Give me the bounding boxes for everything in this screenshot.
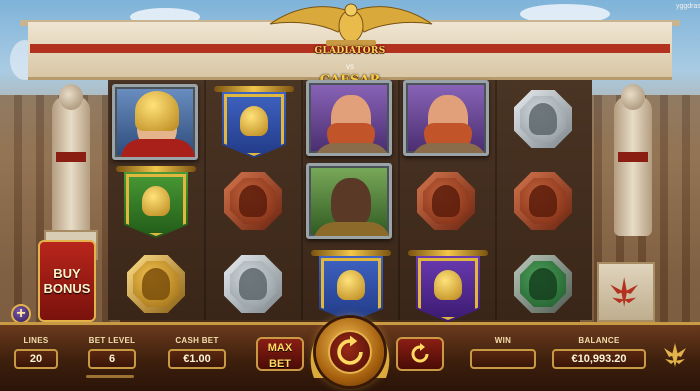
max-bet-button[interactable]: MAX BET xyxy=(256,337,304,371)
lines-value[interactable]: 20 xyxy=(14,349,58,369)
win-label: WIN xyxy=(494,336,512,345)
plus-icon[interactable]: + xyxy=(11,304,31,324)
symbol-coin-silver xyxy=(514,90,572,148)
logo-title-line1: GLADIATORS xyxy=(314,46,386,56)
golden-eagle-icon xyxy=(269,3,433,46)
bet-level-value[interactable]: 6 xyxy=(88,349,136,369)
symbol-banner-blue xyxy=(214,86,294,162)
bet-level-label: BET LEVEL xyxy=(88,336,136,345)
max-bet-line2: BET xyxy=(269,358,291,370)
autoplay-icon xyxy=(411,343,429,363)
buy-bonus-button[interactable]: BUY BONUS xyxy=(38,240,96,322)
logo-vs: VS xyxy=(345,65,354,71)
max-bet-line1: MAX xyxy=(267,342,293,354)
symbol-female-gladiator xyxy=(112,84,198,160)
reel-divider xyxy=(204,80,206,320)
symbol-banner-purple xyxy=(408,250,488,326)
symbol-red-beard-warrior xyxy=(403,80,489,156)
bet-level-indicator xyxy=(86,375,134,378)
game-scene: GLADIATORS VS CAESAR yggdrasil xyxy=(0,0,700,391)
autoplay-button[interactable] xyxy=(396,337,444,371)
symbol-coin-red xyxy=(514,172,572,230)
laurel-emblem-icon xyxy=(610,277,639,307)
spin-button[interactable] xyxy=(316,318,384,386)
symbol-banner-green xyxy=(116,166,196,242)
lines-label: LINES xyxy=(23,336,49,345)
laurel-plinth xyxy=(597,262,655,322)
symbol-coin-green xyxy=(514,255,572,313)
laurel-menu-icon[interactable] xyxy=(660,340,690,370)
cash-bet-label: CASH BET xyxy=(175,336,219,345)
spin-icon xyxy=(337,335,363,365)
win-value xyxy=(470,349,536,369)
symbol-coin-gold xyxy=(127,255,185,313)
reel-divider xyxy=(495,80,497,320)
symbol-coin-silver xyxy=(224,255,282,313)
symbol-dark-warrior xyxy=(306,163,392,239)
balance-value: €10,993.20 xyxy=(552,349,646,369)
reel-divider xyxy=(301,80,303,320)
symbol-red-beard-warrior xyxy=(306,80,392,156)
provider-tag: yggdrasil xyxy=(676,3,700,10)
buy-bonus-label: BUY BONUS xyxy=(43,266,91,296)
symbol-coin-red xyxy=(417,172,475,230)
balance-label: BALANCE xyxy=(578,336,620,345)
reel-divider xyxy=(398,80,400,320)
cash-bet-value[interactable]: €1.00 xyxy=(168,349,226,369)
symbol-banner-blue xyxy=(311,250,391,326)
